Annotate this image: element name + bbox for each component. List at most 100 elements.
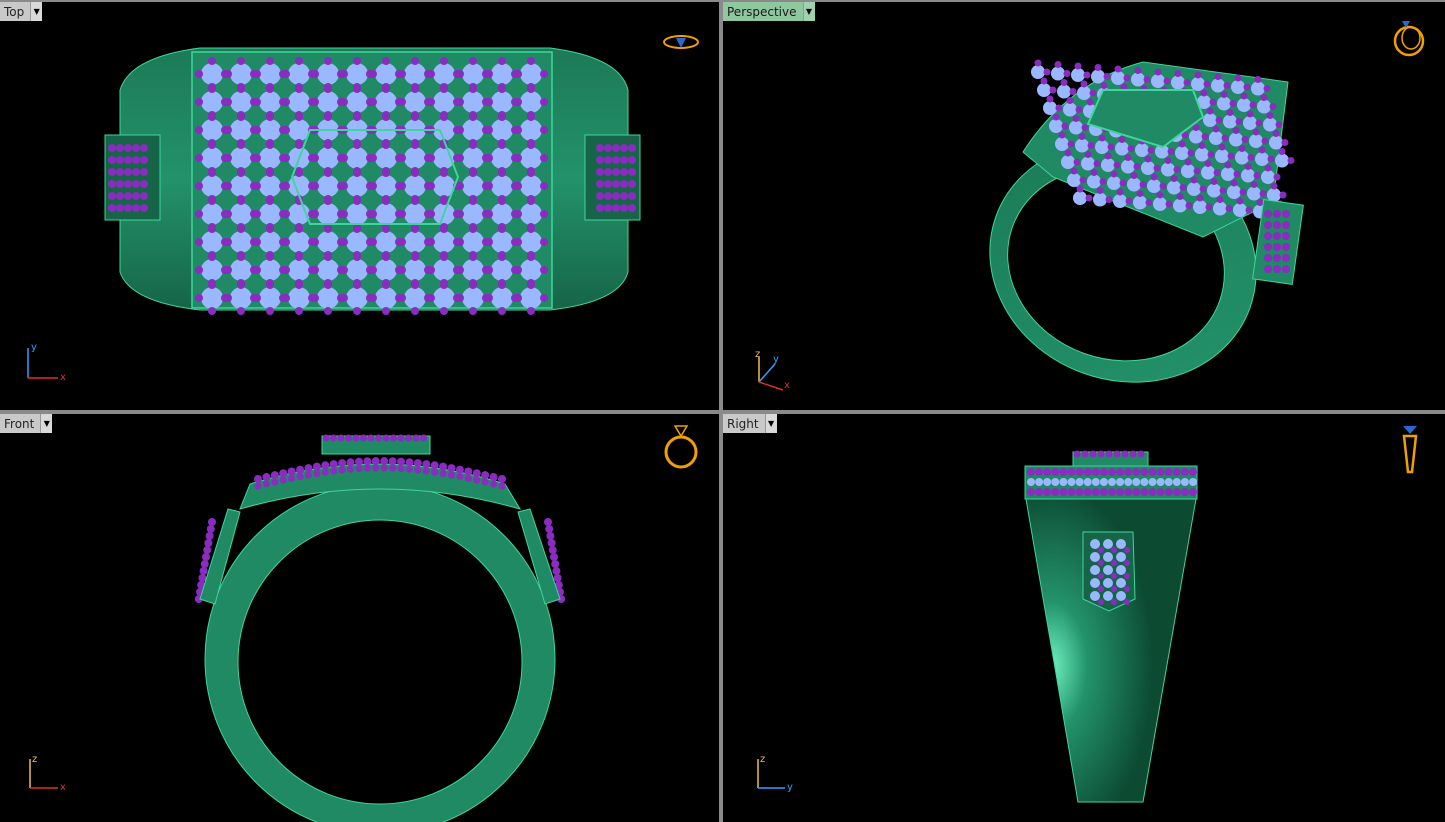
bead (369, 294, 377, 302)
bead (1119, 179, 1127, 187)
viewport-tab-front-label: Front (0, 414, 41, 433)
viewport-tab-front[interactable]: Front ▼ (0, 414, 53, 433)
stone (1172, 478, 1181, 486)
stone (1189, 478, 1197, 486)
viewport-tab-perspective[interactable]: Perspective ▼ (723, 2, 815, 21)
bead (253, 210, 261, 218)
bead (1067, 140, 1075, 148)
stone (1211, 78, 1225, 93)
bead (1273, 221, 1281, 229)
top-view-canvas: y x (27, 35, 699, 383)
bead (1076, 185, 1084, 193)
bead (1164, 468, 1173, 476)
bead (405, 458, 414, 467)
bead (1098, 560, 1104, 566)
bead (1055, 104, 1063, 112)
bead (369, 210, 377, 218)
bead (282, 238, 290, 246)
bead (382, 225, 390, 233)
stone (201, 147, 223, 169)
viewport-perspective[interactable]: z y x Perspective ▼ (723, 2, 1445, 410)
bead (427, 294, 435, 302)
bead (1243, 83, 1251, 91)
chevron-down-icon[interactable]: ▼ (802, 2, 815, 21)
bead (1282, 254, 1290, 262)
stone (1116, 539, 1126, 549)
stone (1063, 102, 1077, 117)
stone (1275, 153, 1289, 168)
stone (1103, 539, 1113, 549)
bead (1264, 232, 1272, 240)
bead (1051, 468, 1060, 476)
bead (1113, 161, 1121, 169)
stone (346, 259, 368, 281)
bead (108, 144, 116, 152)
bead (1245, 206, 1253, 214)
bead (456, 126, 464, 134)
bead (1084, 151, 1092, 158)
stone (1069, 120, 1083, 135)
bead (208, 169, 216, 177)
bead (469, 307, 477, 315)
bead (405, 434, 412, 442)
bead (363, 457, 372, 466)
viewport-right[interactable]: z y Right ▼ (723, 414, 1445, 822)
bead (440, 169, 448, 177)
bead (1098, 599, 1104, 605)
stone (1140, 478, 1149, 486)
stone (317, 287, 339, 309)
bead (469, 113, 477, 121)
bead (1269, 103, 1277, 110)
stone (259, 231, 281, 253)
chevron-down-icon[interactable]: ▼ (30, 2, 43, 21)
bead (1083, 488, 1092, 496)
bead (551, 560, 560, 568)
bead (1139, 181, 1147, 188)
bead (1104, 152, 1112, 160)
bead (1105, 196, 1113, 203)
bead (411, 197, 419, 205)
stone (520, 231, 542, 253)
bead (1183, 79, 1191, 86)
chevron-down-icon[interactable]: ▼ (764, 414, 777, 433)
bead (1054, 61, 1062, 68)
viewport-tab-top[interactable]: Top ▼ (0, 2, 43, 21)
stone (1108, 478, 1116, 486)
bead (195, 70, 203, 78)
stone (491, 287, 513, 309)
chevron-down-icon[interactable]: ▼ (40, 414, 53, 433)
stone (1103, 552, 1113, 562)
bead (1116, 188, 1124, 196)
bead (469, 141, 477, 149)
bead (1075, 468, 1084, 476)
bead (124, 180, 132, 188)
bead (266, 197, 274, 205)
stone (1075, 478, 1084, 486)
bead (398, 238, 406, 246)
bead (266, 225, 274, 233)
viewport-front[interactable]: z x Front ▼ (0, 414, 719, 822)
bead (224, 210, 232, 218)
bead (311, 238, 319, 246)
bead (311, 154, 319, 162)
bead (1156, 468, 1165, 476)
stone (259, 119, 281, 141)
bead (1133, 163, 1141, 170)
bead (1178, 140, 1186, 148)
bead (456, 266, 464, 274)
bead (282, 154, 290, 162)
stone (462, 63, 484, 85)
bead (1098, 573, 1104, 579)
stone (1061, 155, 1075, 169)
stone (462, 231, 484, 253)
bead (266, 169, 274, 177)
viewport-top[interactable]: y x Top ▼ (0, 2, 719, 410)
bead (397, 434, 405, 442)
viewport-tab-right[interactable]: Right ▼ (723, 414, 777, 433)
bead (456, 70, 464, 78)
bead (1180, 488, 1189, 496)
bead (464, 467, 473, 476)
stone (491, 175, 513, 197)
bead (208, 518, 216, 526)
bead (1205, 203, 1213, 211)
